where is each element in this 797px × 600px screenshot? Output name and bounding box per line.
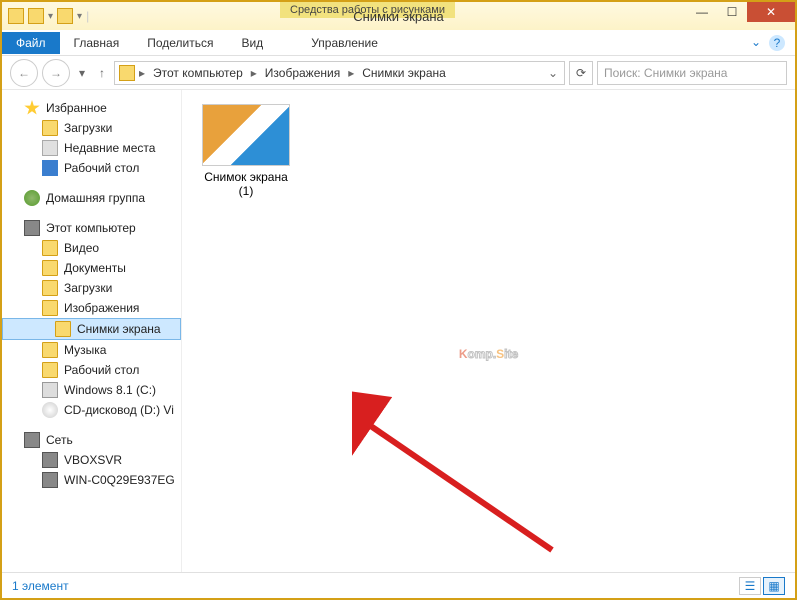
sidebar-item-network-pc[interactable]: WIN-C0Q29E937EG: [2, 470, 181, 490]
tab-view[interactable]: Вид: [227, 32, 277, 54]
folder-icon: [42, 260, 58, 276]
watermark: Komp.Site: [459, 285, 518, 377]
expand-ribbon-icon[interactable]: ⌄: [751, 35, 761, 51]
sidebar-item-drive-c[interactable]: Windows 8.1 (C:): [2, 380, 181, 400]
breadcrumb[interactable]: Изображения: [261, 66, 344, 80]
chevron-down-icon[interactable]: ⌄: [546, 66, 560, 80]
chevron-right-icon[interactable]: ▸: [137, 66, 147, 80]
tab-share[interactable]: Поделиться: [133, 32, 227, 54]
up-button[interactable]: ↑: [94, 59, 110, 87]
file-tab[interactable]: Файл: [2, 32, 60, 54]
address-bar[interactable]: ▸ Этот компьютер ▸ Изображения ▸ Снимки …: [114, 61, 565, 85]
network-icon: [24, 432, 40, 448]
sidebar-this-pc[interactable]: Этот компьютер: [2, 218, 181, 238]
sidebar-item-music[interactable]: Музыка: [2, 340, 181, 360]
sidebar-item-desktop[interactable]: Рабочий стол: [2, 158, 181, 178]
sidebar-item-pictures[interactable]: Изображения: [2, 298, 181, 318]
sidebar-item-documents[interactable]: Документы: [2, 258, 181, 278]
content-pane[interactable]: Снимок экрана (1) Komp.Site: [182, 90, 795, 572]
file-item[interactable]: Снимок экрана (1): [196, 104, 296, 199]
desktop-icon: [42, 160, 58, 176]
search-input[interactable]: Поиск: Снимки экрана: [597, 61, 787, 85]
close-button[interactable]: ✕: [747, 2, 795, 22]
help-icon[interactable]: ?: [769, 35, 785, 51]
sidebar-item-cd-drive[interactable]: CD-дисковод (D:) Vi: [2, 400, 181, 420]
status-bar: 1 элемент ☰ ▦: [2, 572, 795, 598]
breadcrumb[interactable]: Этот компьютер: [149, 66, 247, 80]
back-button[interactable]: ←: [10, 59, 38, 87]
sidebar-item-screenshots[interactable]: Снимки экрана: [2, 318, 181, 340]
sidebar-network[interactable]: Сеть: [2, 430, 181, 450]
folder-icon: [42, 240, 58, 256]
navigation-pane: Избранное Загрузки Недавние места Рабочи…: [2, 90, 182, 572]
sidebar-homegroup[interactable]: Домашняя группа: [2, 188, 181, 208]
annotation-arrow: [352, 390, 572, 570]
star-icon: [24, 100, 40, 116]
folder-icon: [42, 120, 58, 136]
folder-icon: [42, 362, 58, 378]
thumbnail: [202, 104, 290, 166]
breadcrumb[interactable]: Снимки экрана: [358, 66, 450, 80]
pc-icon: [24, 220, 40, 236]
pc-icon: [42, 452, 58, 468]
sidebar-item-network-pc[interactable]: VBOXSVR: [2, 450, 181, 470]
recent-icon: [42, 140, 58, 156]
homegroup-icon: [24, 190, 40, 206]
folder-icon: [55, 321, 71, 337]
sidebar-favorites[interactable]: Избранное: [2, 98, 181, 118]
details-view-button[interactable]: ☰: [739, 577, 761, 595]
folder-icon: [119, 65, 135, 81]
folder-icon: [42, 300, 58, 316]
history-dropdown[interactable]: ▾: [74, 59, 90, 87]
minimize-button[interactable]: —: [687, 2, 717, 22]
sidebar-item-recent[interactable]: Недавние места: [2, 138, 181, 158]
tab-home[interactable]: Главная: [60, 32, 134, 54]
maximize-button[interactable]: ☐: [717, 2, 747, 22]
drive-icon: [42, 382, 58, 398]
forward-button[interactable]: →: [42, 59, 70, 87]
cd-icon: [42, 402, 58, 418]
folder-icon: [42, 342, 58, 358]
chevron-right-icon[interactable]: ▸: [249, 66, 259, 80]
navigation-bar: ← → ▾ ↑ ▸ Этот компьютер ▸ Изображения ▸…: [2, 56, 795, 90]
sidebar-item-downloads[interactable]: Загрузки: [2, 118, 181, 138]
ribbon: Файл Главная Поделиться Вид Управление ⌄…: [2, 30, 795, 56]
chevron-right-icon[interactable]: ▸: [346, 66, 356, 80]
item-count: 1 элемент: [12, 579, 69, 593]
refresh-button[interactable]: ⟳: [569, 61, 593, 85]
file-label: Снимок экрана (1): [196, 170, 296, 199]
window-title: Снимки экрана: [2, 9, 795, 24]
folder-icon: [42, 280, 58, 296]
pc-icon: [42, 472, 58, 488]
sidebar-item-videos[interactable]: Видео: [2, 238, 181, 258]
sidebar-item-downloads[interactable]: Загрузки: [2, 278, 181, 298]
icons-view-button[interactable]: ▦: [763, 577, 785, 595]
titlebar: ▾ ▾ | Средства работы с рисунками Снимки…: [2, 2, 795, 30]
sidebar-item-desktop[interactable]: Рабочий стол: [2, 360, 181, 380]
tab-manage[interactable]: Управление: [297, 32, 392, 54]
